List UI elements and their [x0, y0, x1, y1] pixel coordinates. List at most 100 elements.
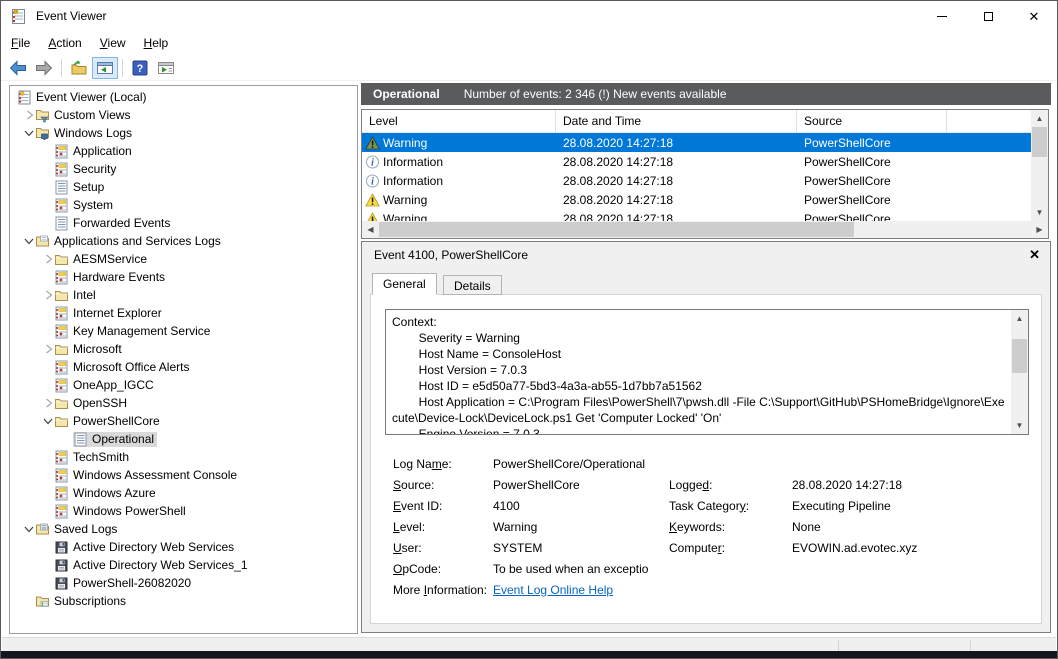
minimize-button[interactable]: [919, 1, 965, 31]
menu-help[interactable]: Help: [135, 33, 178, 53]
event-row[interactable]: iInformation28.08.2020 14:27:18PowerShel…: [362, 152, 1031, 171]
tree-item-content[interactable]: System: [54, 198, 116, 213]
tree-item-content[interactable]: Windows PowerShell: [54, 504, 189, 519]
chevron-down-icon[interactable]: [23, 126, 35, 141]
chevron-right-icon[interactable]: [42, 396, 54, 411]
forward-button[interactable]: [31, 57, 57, 79]
export-button[interactable]: [66, 57, 92, 79]
scrollbar-thumb[interactable]: [1032, 127, 1047, 157]
scroll-right-icon[interactable]: ▶: [1031, 221, 1048, 238]
event-row[interactable]: Warning28.08.2020 14:27:18PowerShellCore: [362, 209, 1031, 221]
tree-item-content[interactable]: Key Management Service: [54, 324, 213, 339]
tree-item-active-directory-web-services-1[interactable]: Active Directory Web Services_1: [10, 556, 357, 574]
tree-item-content[interactable]: Security: [54, 162, 119, 177]
tree-item-subscriptions[interactable]: Subscriptions: [10, 592, 357, 610]
tree-item-setup[interactable]: Setup: [10, 178, 357, 196]
scrollbar-thumb[interactable]: [1012, 339, 1027, 373]
event-log-online-help-link[interactable]: Event Log Online Help: [493, 583, 613, 597]
tree-item-content[interactable]: Application: [54, 144, 135, 159]
console-tree-toggle-button[interactable]: [92, 57, 118, 79]
chevron-right-icon[interactable]: [42, 342, 54, 357]
tree-item-intel[interactable]: Intel: [10, 286, 357, 304]
tree-item-event-viewer-local-[interactable]: Event Viewer (Local): [10, 88, 357, 106]
tree-item-security[interactable]: Security: [10, 160, 357, 178]
column-header-source[interactable]: Source: [797, 110, 947, 132]
tree-item-techsmith[interactable]: TechSmith: [10, 448, 357, 466]
scroll-down-icon[interactable]: ▼: [1011, 417, 1028, 434]
tree-item-content[interactable]: OneApp_IGCC: [54, 378, 157, 393]
tree-item-content[interactable]: Event Viewer (Local): [17, 90, 150, 105]
tree-item-applications-and-services-logs[interactable]: Applications and Services Logs: [10, 232, 357, 250]
tree-item-content[interactable]: TechSmith: [54, 450, 132, 465]
message-vertical-scrollbar[interactable]: ▲ ▼: [1011, 310, 1028, 434]
column-header-date-and-time[interactable]: Date and Time: [556, 110, 797, 132]
tree-item-content[interactable]: Custom Views: [35, 108, 133, 123]
event-row[interactable]: iInformation28.08.2020 14:27:18PowerShel…: [362, 171, 1031, 190]
scroll-up-icon[interactable]: ▲: [1031, 110, 1048, 127]
tree-item-operational[interactable]: Operational: [10, 430, 357, 448]
tree-item-content[interactable]: Microsoft: [54, 342, 125, 357]
tree-item-content[interactable]: Windows Azure: [54, 486, 159, 501]
tree-item-content[interactable]: Internet Explorer: [54, 306, 165, 321]
event-row[interactable]: Warning28.08.2020 14:27:18PowerShellCore: [362, 190, 1031, 209]
tree-item-powershellcore[interactable]: PowerShellCore: [10, 412, 357, 430]
tree-item-forwarded-events[interactable]: Forwarded Events: [10, 214, 357, 232]
tree-item-aesmservice[interactable]: AESMService: [10, 250, 357, 268]
action-pane-toggle-button[interactable]: [153, 57, 179, 79]
tree-item-content[interactable]: Saved Logs: [35, 522, 120, 537]
tree-item-content[interactable]: Microsoft Office Alerts: [54, 360, 192, 375]
tree-item-content[interactable]: AESMService: [54, 252, 150, 267]
event-list-horizontal-scrollbar[interactable]: ◀ ▶: [362, 221, 1048, 238]
tree-item-internet-explorer[interactable]: Internet Explorer: [10, 304, 357, 322]
tree-item-windows-powershell[interactable]: Windows PowerShell: [10, 502, 357, 520]
chevron-right-icon[interactable]: [42, 252, 54, 267]
scroll-down-icon[interactable]: ▼: [1031, 204, 1048, 221]
tree-item-powershell-26082020[interactable]: PowerShell-26082020: [10, 574, 357, 592]
tree-item-openssh[interactable]: OpenSSH: [10, 394, 357, 412]
scroll-left-icon[interactable]: ◀: [362, 221, 379, 238]
tree-item-active-directory-web-services[interactable]: Active Directory Web Services: [10, 538, 357, 556]
chevron-down-icon[interactable]: [23, 234, 35, 249]
tree-item-content[interactable]: Setup: [54, 180, 107, 195]
menu-file[interactable]: File: [2, 33, 39, 53]
menu-action[interactable]: Action: [39, 33, 90, 53]
tree-item-content[interactable]: Applications and Services Logs: [35, 234, 224, 249]
scrollbar-thumb[interactable]: [379, 222, 854, 237]
chevron-right-icon[interactable]: [42, 288, 54, 303]
tree-item-content[interactable]: OpenSSH: [54, 396, 130, 411]
tree-item-content[interactable]: Subscriptions: [35, 594, 129, 609]
tree-item-custom-views[interactable]: Custom Views: [10, 106, 357, 124]
tree-item-content[interactable]: PowerShell-26082020: [54, 576, 194, 591]
chevron-down-icon[interactable]: [23, 522, 35, 537]
tree-item-content[interactable]: Hardware Events: [54, 270, 168, 285]
tree-item-saved-logs[interactable]: Saved Logs: [10, 520, 357, 538]
tree-item-windows-logs[interactable]: Windows Logs: [10, 124, 357, 142]
event-message-box[interactable]: Context: Severity = Warning Host Name = …: [385, 309, 1029, 435]
scroll-up-icon[interactable]: ▲: [1011, 310, 1028, 327]
tree-item-microsoft-office-alerts[interactable]: Microsoft Office Alerts: [10, 358, 357, 376]
tree-item-content[interactable]: Windows Assessment Console: [54, 468, 240, 483]
back-button[interactable]: [5, 57, 31, 79]
tree-item-content[interactable]: Forwarded Events: [54, 216, 173, 231]
tree-item-key-management-service[interactable]: Key Management Service: [10, 322, 357, 340]
tree-item-hardware-events[interactable]: Hardware Events: [10, 268, 357, 286]
close-button[interactable]: ✕: [1011, 1, 1057, 31]
tree-item-windows-assessment-console[interactable]: Windows Assessment Console: [10, 466, 357, 484]
tab-details[interactable]: Details: [443, 275, 502, 295]
tab-general[interactable]: General: [372, 273, 437, 295]
event-row[interactable]: Warning28.08.2020 14:27:18PowerShellCore: [362, 133, 1031, 152]
tree-item-content[interactable]: Intel: [54, 288, 99, 303]
chevron-down-icon[interactable]: [42, 414, 54, 429]
column-header-level[interactable]: Level: [362, 110, 556, 132]
tree-item-system[interactable]: System: [10, 196, 357, 214]
tree-item-content[interactable]: Windows Logs: [35, 126, 135, 141]
tree-item-application[interactable]: Application: [10, 142, 357, 160]
tree-selection[interactable]: Operational: [73, 432, 157, 447]
chevron-right-icon[interactable]: [23, 108, 35, 123]
tree-item-content[interactable]: Active Directory Web Services: [54, 540, 237, 555]
tree-item-oneapp-igcc[interactable]: OneApp_IGCC: [10, 376, 357, 394]
maximize-button[interactable]: [965, 1, 1011, 31]
tree-item-content[interactable]: Active Directory Web Services_1: [54, 558, 251, 573]
tree-item-microsoft[interactable]: Microsoft: [10, 340, 357, 358]
help-button[interactable]: ?: [127, 57, 153, 79]
